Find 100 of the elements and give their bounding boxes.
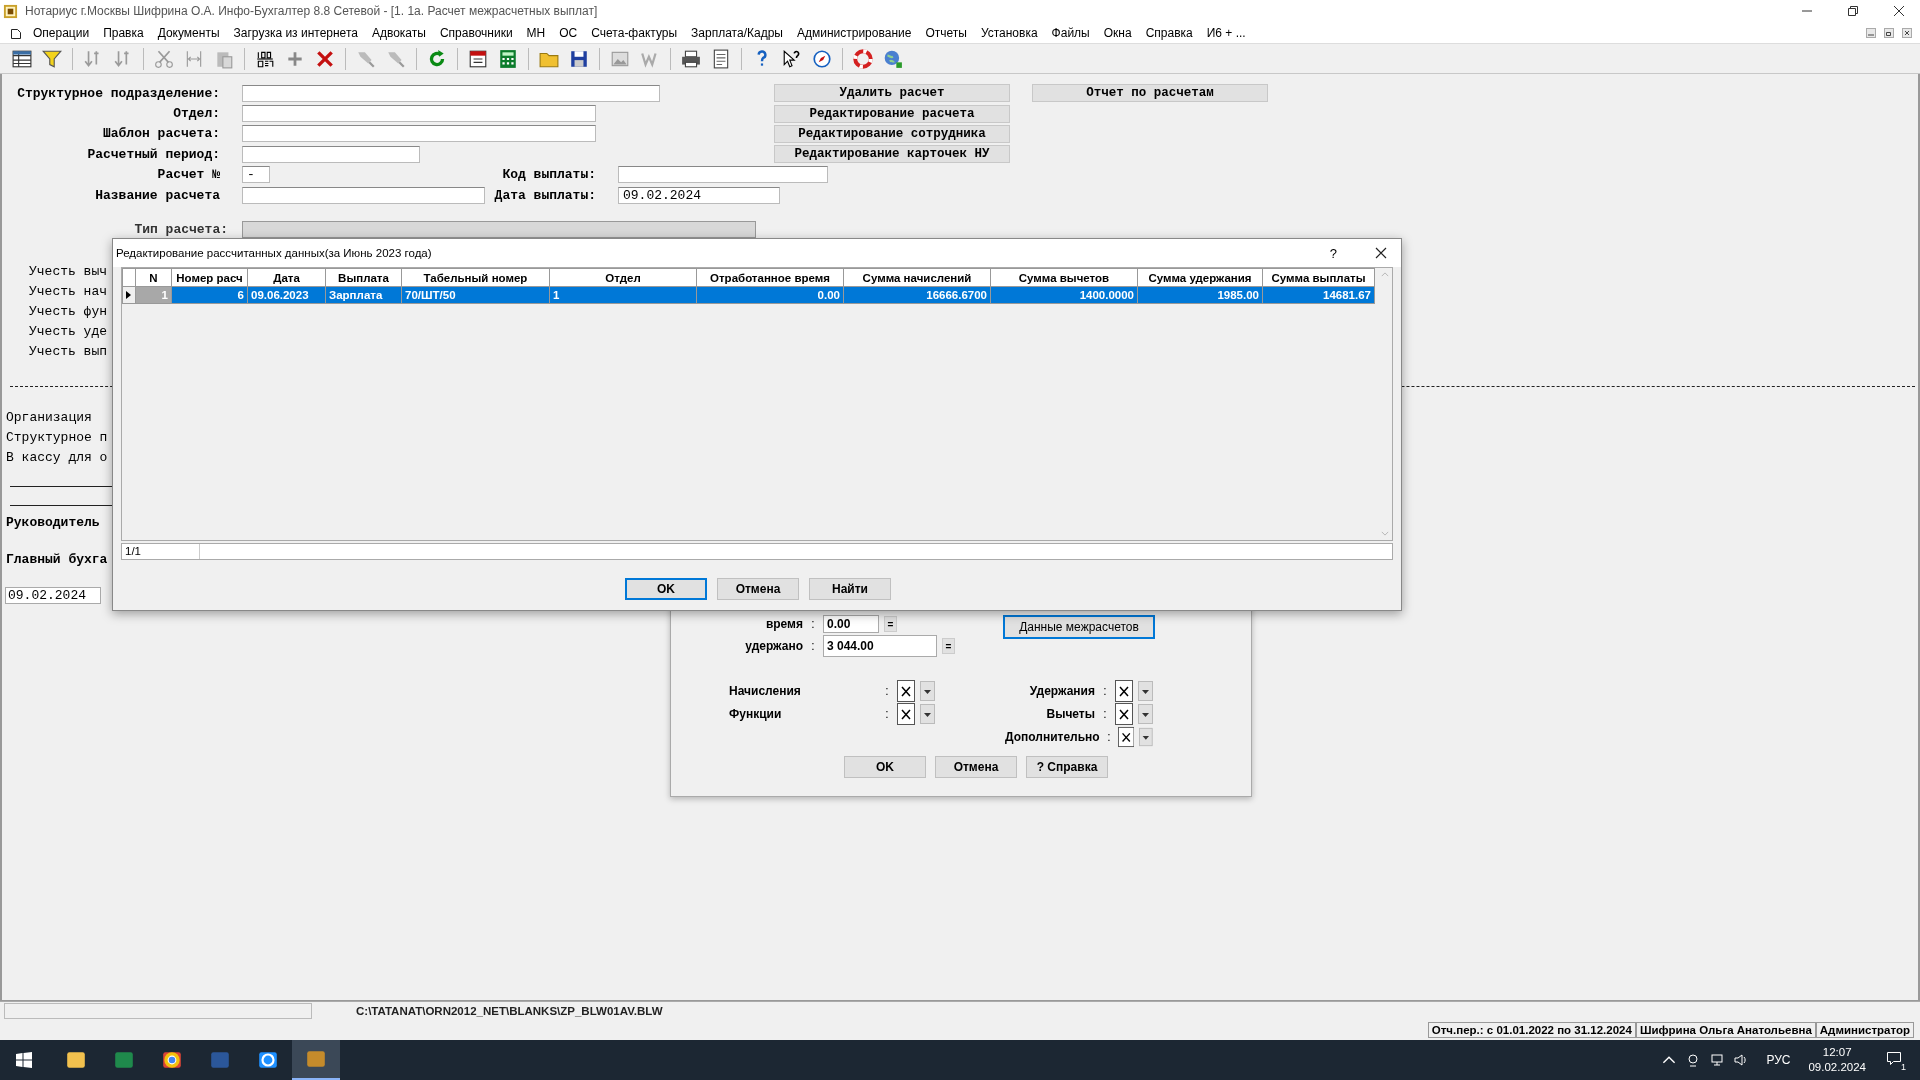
input-field[interactable]: 09.02.2024: [618, 186, 780, 204]
clock-date[interactable]: 09.02.2024: [1808, 1060, 1866, 1075]
action-button[interactable]: Редактирование сотрудника: [774, 124, 1010, 143]
column-header[interactable]: Номер расч: [171, 268, 248, 287]
menu-item[interactable]: Администрирование: [789, 25, 919, 40]
checkbox[interactable]: [1117, 725, 1135, 748]
checkbox[interactable]: [897, 702, 915, 725]
restore-icon[interactable]: [1848, 6, 1858, 16]
menu-item[interactable]: ОС: [552, 25, 585, 40]
column-header[interactable]: Дата: [247, 268, 326, 287]
menu-item[interactable]: Операции: [26, 25, 97, 40]
field-label: Название расчета: [94, 187, 220, 203]
action-button[interactable]: Удалить расчет: [774, 84, 1010, 103]
close-icon[interactable]: [1894, 6, 1904, 16]
field-label: Расчетный период:: [86, 146, 220, 162]
separator-text: :: [1106, 729, 1112, 744]
app-icon: [3, 3, 18, 19]
report-text: Структурное п: [6, 429, 108, 448]
column-header[interactable]: Сумма удержания: [1137, 268, 1263, 287]
notification-badge: 1: [1899, 1062, 1908, 1072]
signature-label: Руководитель: [5, 515, 100, 531]
column-header[interactable]: Сумма выплаты: [1262, 268, 1375, 287]
option-text: Учесть фун: [29, 303, 107, 322]
language-indicator[interactable]: РУС: [1766, 1053, 1791, 1067]
field-label: Тип расчета:: [133, 222, 228, 238]
menu-item[interactable]: И6 + ...: [1199, 25, 1253, 40]
dialog-button[interactable]: OK: [625, 578, 707, 600]
input-field[interactable]: [242, 145, 420, 163]
menu-item[interactable]: Окна: [1096, 25, 1139, 40]
input-field[interactable]: [242, 186, 485, 204]
data-button[interactable]: Данные межрасчетов: [1003, 615, 1155, 639]
network-icon[interactable]: [1710, 1053, 1725, 1067]
calculator-button[interactable]: =: [942, 638, 955, 654]
menu-item[interactable]: Счета-фактуры: [584, 25, 685, 40]
menu-item[interactable]: Документы: [150, 25, 227, 40]
clock-time[interactable]: 12:07: [1822, 1045, 1852, 1060]
dialog-button[interactable]: ? Справка: [1026, 756, 1108, 778]
dialog-button[interactable]: Найти: [809, 578, 891, 600]
field-label: Дата выплаты:: [493, 187, 596, 203]
notification-icon[interactable]: [1886, 1050, 1902, 1066]
speaker-icon[interactable]: [1734, 1053, 1749, 1067]
input-field[interactable]: [242, 105, 596, 123]
restore-icon[interactable]: [1884, 27, 1894, 38]
input-field[interactable]: 3 044.00: [823, 635, 937, 657]
close-icon[interactable]: [1902, 27, 1912, 38]
input-field[interactable]: [618, 166, 828, 184]
column-header[interactable]: Сумма начислений: [843, 268, 991, 287]
report-button[interactable]: Отчет по расчетам: [1032, 84, 1268, 103]
field-label: удержано: [744, 639, 803, 653]
column-header[interactable]: Табельный номер: [401, 268, 550, 287]
minimize-icon[interactable]: [1866, 27, 1876, 38]
checkbox-label: Дополнительно: [1005, 729, 1100, 744]
dialog-button[interactable]: Отмена: [717, 578, 799, 600]
help-button[interactable]: ?: [1329, 245, 1337, 261]
checkbox[interactable]: [1115, 702, 1133, 725]
status-text: Администратор: [1815, 1022, 1914, 1038]
column-header[interactable]: Выплата: [325, 268, 402, 287]
window-title: Нотариус г.Москвы Шифрина О.А. Инфо-Бухгалтер 8.8 Сетевой - [1. 1а. Расчет межрасчетных выплат]: [25, 4, 598, 18]
menu-item[interactable]: Отчеты: [918, 25, 974, 40]
action-button[interactable]: Редактирование расчета: [774, 104, 1010, 123]
menu-item[interactable]: Загрузка из интернета: [226, 25, 365, 40]
input-field[interactable]: [242, 125, 596, 143]
close-icon[interactable]: [1375, 247, 1387, 259]
separator-text: :: [810, 639, 816, 653]
menu-item[interactable]: Установка: [973, 25, 1045, 40]
field-label: Шаблон расчета:: [101, 126, 220, 142]
field-label: Код выплаты:: [501, 167, 596, 183]
column-header[interactable]: Сумма вычетов: [990, 268, 1138, 287]
action-button[interactable]: Редактирование карточек НУ: [774, 145, 1010, 164]
checkbox[interactable]: [897, 679, 915, 702]
separator-text: :: [884, 706, 890, 721]
checkbox[interactable]: [1115, 679, 1133, 702]
calculator-button[interactable]: =: [884, 616, 897, 632]
dialog-button[interactable]: OK: [844, 756, 926, 778]
menu-item[interactable]: Зарплата/Кадры: [684, 25, 790, 40]
menu-item[interactable]: Правка: [96, 25, 151, 40]
field-label: Расчет №: [156, 167, 220, 183]
status-text: Шифрина Ольга Анатольевна: [1635, 1022, 1816, 1038]
app-icon: [305, 1048, 327, 1070]
dialog-button[interactable]: Отмена: [935, 756, 1017, 778]
menu-item[interactable]: Адвокаты: [364, 25, 433, 40]
column-header[interactable]: Отработанное время: [696, 268, 844, 287]
input-field[interactable]: [242, 84, 660, 102]
menu-item[interactable]: МН: [519, 25, 553, 40]
windows-start-icon[interactable]: [16, 1052, 32, 1068]
menu-item[interactable]: Справочники: [432, 25, 520, 40]
checkbox-label: Функции: [728, 706, 783, 721]
lifebuoy-icon[interactable]: [851, 46, 875, 71]
column-header[interactable]: Отдел: [549, 268, 697, 287]
input-field[interactable]: -: [242, 166, 270, 184]
checkbox-label: Начисления: [728, 683, 802, 698]
column-header[interactable]: N: [135, 268, 172, 287]
input-field[interactable]: 0.00: [823, 615, 879, 633]
menu-item[interactable]: Справка: [1138, 25, 1200, 40]
separator-text: :: [884, 683, 890, 698]
field-label: время: [764, 617, 803, 631]
date-field[interactable]: 09.02.2024: [5, 587, 101, 605]
menu-item[interactable]: Файлы: [1044, 25, 1097, 40]
record-counter: 1/1: [122, 544, 200, 559]
field-label: Структурное подразделение:: [16, 85, 220, 101]
